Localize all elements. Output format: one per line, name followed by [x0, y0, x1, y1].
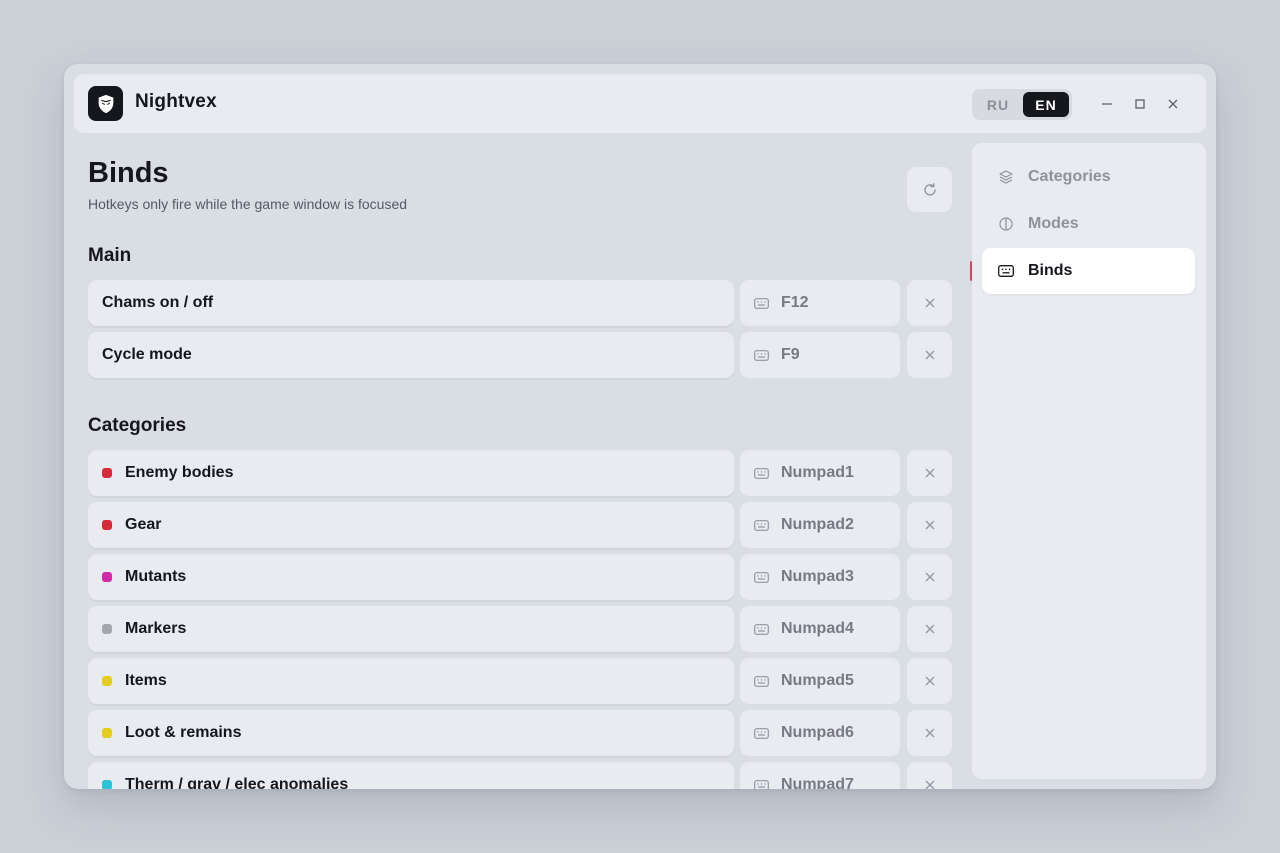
- sidebar-item-label: Binds: [1028, 262, 1073, 279]
- bind-row-name: Markers: [88, 606, 734, 652]
- bind-key: Numpad1: [781, 464, 854, 481]
- close-icon: [925, 676, 934, 686]
- color-dot: [102, 572, 112, 582]
- bind-name: Markers: [125, 620, 187, 637]
- bind-key: F9: [781, 346, 800, 363]
- bind-row-name: Items: [88, 658, 734, 704]
- close-icon: [925, 298, 934, 308]
- maximize-icon: [1135, 99, 1145, 109]
- bind-name: Mutants: [125, 568, 187, 585]
- clear-bind-button[interactable]: [907, 502, 952, 548]
- logo-icon: [88, 86, 123, 121]
- clear-bind-button[interactable]: [907, 762, 952, 789]
- bind-key-button[interactable]: Numpad7: [740, 762, 900, 789]
- clear-bind-button[interactable]: [907, 450, 952, 496]
- bind-row-name: Therm / grav / elec anomalies: [88, 762, 734, 789]
- color-dot: [102, 624, 112, 634]
- clear-bind-button[interactable]: [907, 280, 952, 326]
- color-dot: [102, 676, 112, 686]
- section-title-main: Main: [88, 245, 132, 266]
- bind-row-name: Enemy bodies: [88, 450, 734, 496]
- close-icon: [1168, 99, 1178, 109]
- bind-key-button[interactable]: Numpad3: [740, 554, 900, 600]
- keyboard-icon: [754, 467, 769, 479]
- close-icon: [925, 728, 934, 738]
- close-icon: [925, 780, 934, 789]
- close-icon: [925, 468, 934, 478]
- bind-key-button[interactable]: Numpad6: [740, 710, 900, 756]
- bind-row-name: Chams on / off: [88, 280, 734, 326]
- bind-key: Numpad7: [781, 776, 854, 789]
- sidebar-item-binds[interactable]: Binds: [982, 248, 1195, 294]
- app-window: Nightvex RU EN Binds Hotkeys only fire w…: [64, 64, 1216, 789]
- bind-row-name: Gear: [88, 502, 734, 548]
- bind-key-button[interactable]: Numpad5: [740, 658, 900, 704]
- maximize-button[interactable]: [1126, 92, 1154, 116]
- clear-bind-button[interactable]: [907, 606, 952, 652]
- keyboard-icon: [754, 779, 769, 789]
- close-button[interactable]: [1159, 92, 1187, 116]
- sidebar-item-label: Modes: [1028, 215, 1079, 232]
- bind-name: Gear: [125, 516, 162, 533]
- minimize-icon: [1102, 103, 1112, 105]
- lang-en-button[interactable]: EN: [1023, 92, 1069, 117]
- color-dot: [102, 728, 112, 738]
- page-subtitle: Hotkeys only fire while the game window …: [88, 196, 408, 212]
- bind-key-button[interactable]: Numpad1: [740, 450, 900, 496]
- bind-name: Cycle mode: [102, 346, 192, 363]
- bind-row-name: Mutants: [88, 554, 734, 600]
- bind-key: F12: [781, 294, 809, 311]
- page-title: Binds: [88, 157, 169, 189]
- color-dot: [102, 468, 112, 478]
- keyboard-icon: [754, 519, 769, 531]
- minimize-button[interactable]: [1093, 92, 1121, 116]
- app-title: Nightvex: [135, 91, 217, 112]
- refresh-button[interactable]: [907, 167, 952, 212]
- keyboard-icon: [754, 297, 769, 309]
- sidebar: Categories Modes Binds: [972, 143, 1206, 779]
- bind-key: Numpad4: [781, 620, 854, 637]
- bind-row-name: Loot & remains: [88, 710, 734, 756]
- bind-row-name: Cycle mode: [88, 332, 734, 378]
- bind-key: Numpad3: [781, 568, 854, 585]
- bind-key-button[interactable]: Numpad4: [740, 606, 900, 652]
- keyboard-icon: [754, 623, 769, 635]
- clear-bind-button[interactable]: [907, 332, 952, 378]
- sidebar-item-label: Categories: [1028, 168, 1111, 185]
- bind-key-button[interactable]: F9: [740, 332, 900, 378]
- keyboard-icon: [754, 349, 769, 361]
- bind-key-button[interactable]: F12: [740, 280, 900, 326]
- bind-key: Numpad6: [781, 724, 854, 741]
- refresh-icon: [923, 182, 936, 196]
- lang-ru-button[interactable]: RU: [975, 92, 1021, 117]
- clear-bind-button[interactable]: [907, 658, 952, 704]
- keyboard-icon: [754, 675, 769, 687]
- close-icon: [925, 624, 934, 634]
- bind-name: Enemy bodies: [125, 464, 234, 481]
- sidebar-item-categories[interactable]: Categories: [982, 154, 1195, 200]
- bind-name: Therm / grav / elec anomalies: [125, 776, 349, 789]
- layers-icon: [999, 170, 1013, 184]
- close-icon: [925, 520, 934, 530]
- language-switch: RU EN: [972, 89, 1072, 120]
- bind-name: Loot & remains: [125, 724, 242, 741]
- bind-name: Items: [125, 672, 167, 689]
- clear-bind-button[interactable]: [907, 554, 952, 600]
- bind-key-button[interactable]: Numpad2: [740, 502, 900, 548]
- keyboard-icon: [754, 571, 769, 583]
- close-icon: [925, 572, 934, 582]
- section-title-categories: Categories: [88, 415, 187, 436]
- title-bar: Nightvex RU EN: [74, 74, 1206, 133]
- sidebar-item-modes[interactable]: Modes: [982, 201, 1195, 247]
- close-icon: [925, 350, 934, 360]
- keyboard-icon: [754, 727, 769, 739]
- keyboard-icon: [998, 265, 1014, 277]
- bind-key: Numpad5: [781, 672, 854, 689]
- bind-name: Chams on / off: [102, 294, 214, 311]
- clear-bind-button[interactable]: [907, 710, 952, 756]
- bind-key: Numpad2: [781, 516, 854, 533]
- half-circle-icon: [999, 217, 1013, 231]
- color-dot: [102, 520, 112, 530]
- color-dot: [102, 780, 112, 789]
